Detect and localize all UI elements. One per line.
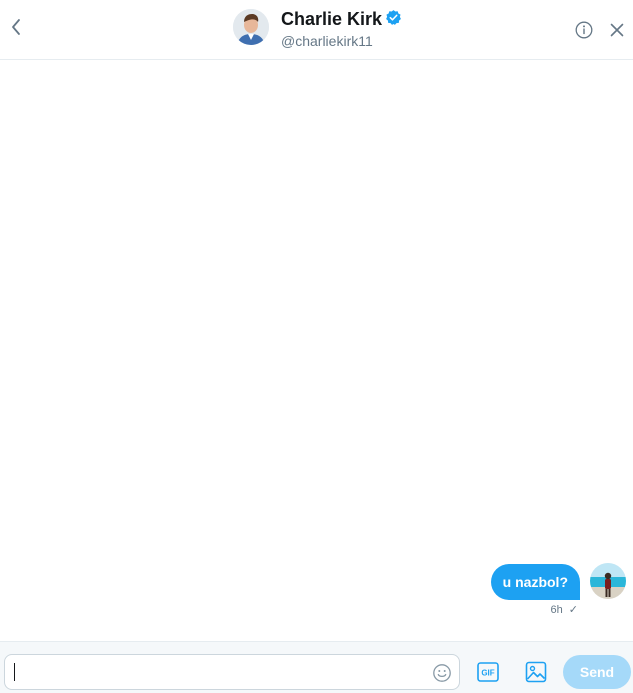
participant-avatar[interactable] bbox=[233, 9, 269, 45]
emoji-icon bbox=[433, 664, 451, 682]
emoji-button[interactable] bbox=[432, 663, 452, 683]
participant-name-row: Charlie Kirk bbox=[281, 9, 402, 30]
participant-handle: @charliekirk11 bbox=[281, 33, 373, 49]
message-composer: GIF Send bbox=[0, 641, 633, 693]
info-icon bbox=[575, 21, 593, 39]
message-meta: 6h ✓ bbox=[551, 603, 578, 616]
gif-icon: GIF bbox=[477, 662, 499, 682]
chevron-left-icon bbox=[12, 19, 20, 35]
send-button[interactable]: Send bbox=[563, 655, 631, 689]
gif-button[interactable]: GIF bbox=[477, 662, 499, 682]
verified-badge-icon bbox=[385, 9, 402, 26]
conversation-header: Charlie Kirk @charliekirk11 bbox=[0, 0, 633, 60]
participant-name: Charlie Kirk bbox=[281, 9, 383, 29]
message-input[interactable] bbox=[13, 661, 427, 685]
back-button[interactable] bbox=[6, 14, 28, 40]
message-list[interactable]: u nazbol? 6h ✓ bbox=[0, 61, 633, 641]
close-icon bbox=[610, 23, 624, 37]
close-button[interactable] bbox=[609, 22, 625, 38]
dm-conversation-window: Charlie Kirk @charliekirk11 u nazbol? 6h… bbox=[0, 0, 633, 693]
gif-label: GIF bbox=[481, 669, 494, 678]
message-timestamp: 6h bbox=[550, 604, 563, 616]
message-sent-check-icon: ✓ bbox=[568, 604, 578, 616]
message-input-container[interactable] bbox=[4, 654, 460, 690]
conversation-info-button[interactable] bbox=[575, 21, 593, 39]
sender-avatar[interactable] bbox=[590, 563, 626, 599]
image-icon bbox=[525, 661, 547, 683]
text-caret bbox=[14, 663, 15, 681]
message-bubble[interactable]: u nazbol? bbox=[490, 564, 580, 600]
add-photo-button[interactable] bbox=[525, 661, 547, 683]
